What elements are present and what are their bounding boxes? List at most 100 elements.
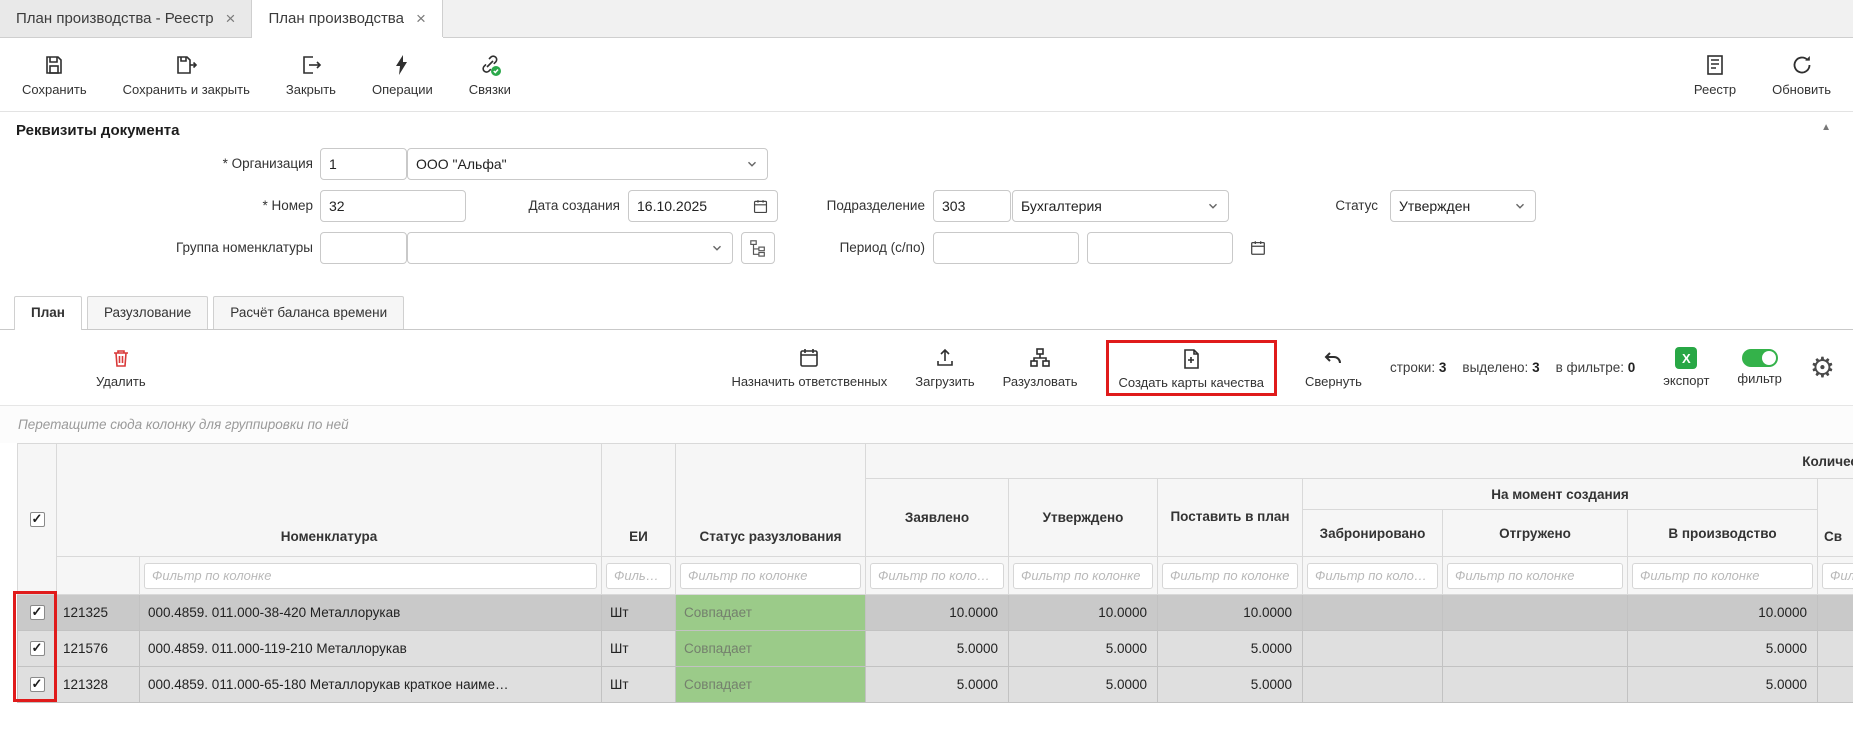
row-checkbox[interactable]	[30, 677, 45, 692]
cell-approved: 5.0000	[1009, 631, 1158, 667]
table-row[interactable]: 121325 000.4859. 011.000-38-420 Металлор…	[18, 595, 1853, 631]
refresh-icon	[1790, 53, 1814, 77]
status-label: Статус	[1288, 190, 1378, 222]
collapse-grid-button[interactable]: Свернуть	[1305, 346, 1362, 389]
period-calendar-button[interactable]	[1241, 232, 1275, 264]
organization-code-input[interactable]	[320, 148, 407, 180]
create-quality-cards-button[interactable]: Создать карты качества	[1119, 347, 1264, 390]
nomenclature-group-select[interactable]	[407, 232, 733, 264]
grid-counters: строки: 3 выделено: 3 в фильтре: 0	[1390, 360, 1635, 375]
filter-shipped[interactable]	[1447, 563, 1623, 589]
col-unit[interactable]: ЕИ	[602, 444, 676, 557]
toggle-on-icon[interactable]	[1742, 349, 1778, 367]
delete-label: Удалить	[96, 374, 146, 389]
cell-cut	[1818, 631, 1853, 667]
cell-shipped	[1443, 595, 1628, 631]
save-and-close-button[interactable]: Сохранить и закрыть	[123, 53, 250, 97]
tab-explosion[interactable]: Разузлование	[87, 296, 208, 329]
calendar-icon	[1249, 239, 1267, 257]
cell-reserved	[1303, 667, 1443, 703]
col-explosion-status[interactable]: Статус разузлования	[676, 444, 866, 557]
cell-cut	[1818, 667, 1853, 703]
cell-cut	[1818, 595, 1853, 631]
table-row[interactable]: 121328 000.4859. 011.000-65-180 Металлор…	[18, 667, 1853, 703]
table-row[interactable]: 121576 000.4859. 011.000-119-210 Металло…	[18, 631, 1853, 667]
number-input[interactable]	[320, 190, 466, 222]
tab-time-balance[interactable]: Расчёт баланса времени	[213, 296, 404, 329]
window-tab-plan[interactable]: План производства ×	[252, 0, 442, 37]
cell-declared: 5.0000	[866, 631, 1009, 667]
filter-to-plan[interactable]	[1162, 563, 1298, 589]
status-select[interactable]: Утвержден	[1390, 190, 1536, 222]
status-value: Утвержден	[1399, 198, 1470, 214]
save-button[interactable]: Сохранить	[22, 53, 87, 97]
cell-in-production: 5.0000	[1628, 667, 1818, 703]
row-checkbox[interactable]	[30, 641, 45, 656]
filter-approved[interactable]	[1013, 563, 1153, 589]
col-shipped[interactable]: Отгружено	[1443, 510, 1628, 557]
cell-unit: Шт	[602, 667, 676, 703]
col-nomenclature[interactable]: Номенклатура	[57, 444, 602, 557]
cell-approved: 10.0000	[1009, 595, 1158, 631]
filter-nomenclature[interactable]	[144, 563, 597, 589]
col-to-plan[interactable]: Поставить в план	[1158, 479, 1303, 557]
nomenclature-group-code-input[interactable]	[320, 232, 407, 264]
organization-select[interactable]: ООО "Альфа"	[407, 148, 768, 180]
cell-reserved	[1303, 595, 1443, 631]
assign-responsible-button[interactable]: Назначить ответственных	[731, 346, 887, 389]
cell-in-production: 10.0000	[1628, 595, 1818, 631]
department-code-input[interactable]	[933, 190, 1011, 222]
close-button[interactable]: Закрыть	[286, 53, 336, 97]
period-to-input[interactable]	[1087, 232, 1233, 264]
links-button[interactable]: Связки	[469, 53, 511, 97]
close-icon[interactable]: ×	[226, 10, 236, 27]
cell-unit: Шт	[602, 595, 676, 631]
col-in-production[interactable]: В производство	[1628, 510, 1818, 557]
row-checkbox[interactable]	[30, 605, 45, 620]
col-approved[interactable]: Утверждено	[1009, 479, 1158, 557]
department-value: Бухгалтерия	[1021, 198, 1102, 214]
filter-explosion-status[interactable]	[680, 563, 861, 589]
export-button[interactable]: X экспорт	[1663, 347, 1709, 388]
operations-button[interactable]: Операции	[372, 53, 433, 97]
refresh-button[interactable]: Обновить	[1772, 53, 1831, 97]
col-cut[interactable]: Св	[1818, 479, 1853, 557]
select-all-checkbox[interactable]	[30, 512, 45, 527]
registry-label: Реестр	[1694, 82, 1736, 97]
explode-label: Разузловать	[1003, 374, 1078, 389]
window-tab-label: План производства - Реестр	[16, 10, 214, 27]
upload-icon	[933, 346, 957, 370]
col-declared[interactable]: Заявлено	[866, 479, 1009, 557]
cell-declared: 10.0000	[866, 595, 1009, 631]
calendar-icon[interactable]	[752, 198, 769, 215]
filter-reserved[interactable]	[1307, 563, 1438, 589]
department-select[interactable]: Бухгалтерия	[1012, 190, 1229, 222]
delete-button[interactable]: Удалить	[96, 346, 146, 389]
cell-id: 121328	[57, 667, 140, 703]
load-button[interactable]: Загрузить	[915, 346, 974, 389]
registry-button[interactable]: Реестр	[1694, 53, 1736, 97]
filter-in-production[interactable]	[1632, 563, 1813, 589]
filter-cut[interactable]	[1822, 563, 1853, 589]
filter-unit[interactable]	[606, 563, 671, 589]
group-panel[interactable]: Перетащите сюда колонку для группировки …	[0, 405, 1853, 443]
document-plus-icon	[1179, 347, 1203, 371]
filter-declared[interactable]	[870, 563, 1004, 589]
collapse-grid-label: Свернуть	[1305, 374, 1362, 389]
tree-select-button[interactable]	[741, 232, 775, 264]
tab-plan[interactable]: План	[14, 296, 82, 330]
cell-nomenclature: 000.4859. 011.000-65-180 Металлорукав кр…	[140, 667, 602, 703]
date-created-input[interactable]: 16.10.2025	[628, 190, 778, 222]
explode-button[interactable]: Разузловать	[1003, 346, 1078, 389]
cell-declared: 5.0000	[866, 667, 1009, 703]
gear-icon[interactable]: ⚙	[1810, 356, 1835, 380]
collapse-section-icon[interactable]: ▲	[1821, 122, 1831, 133]
status-badge: Совпадает	[676, 667, 865, 702]
filter-toggle-button[interactable]: фильтр	[1737, 349, 1781, 386]
col-reserved[interactable]: Забронировано	[1303, 510, 1443, 557]
export-label: экспорт	[1663, 373, 1709, 388]
close-icon[interactable]: ×	[416, 10, 426, 27]
period-from-input[interactable]	[933, 232, 1079, 264]
refresh-label: Обновить	[1772, 82, 1831, 97]
window-tab-plan-registry[interactable]: План производства - Реестр ×	[0, 0, 252, 37]
